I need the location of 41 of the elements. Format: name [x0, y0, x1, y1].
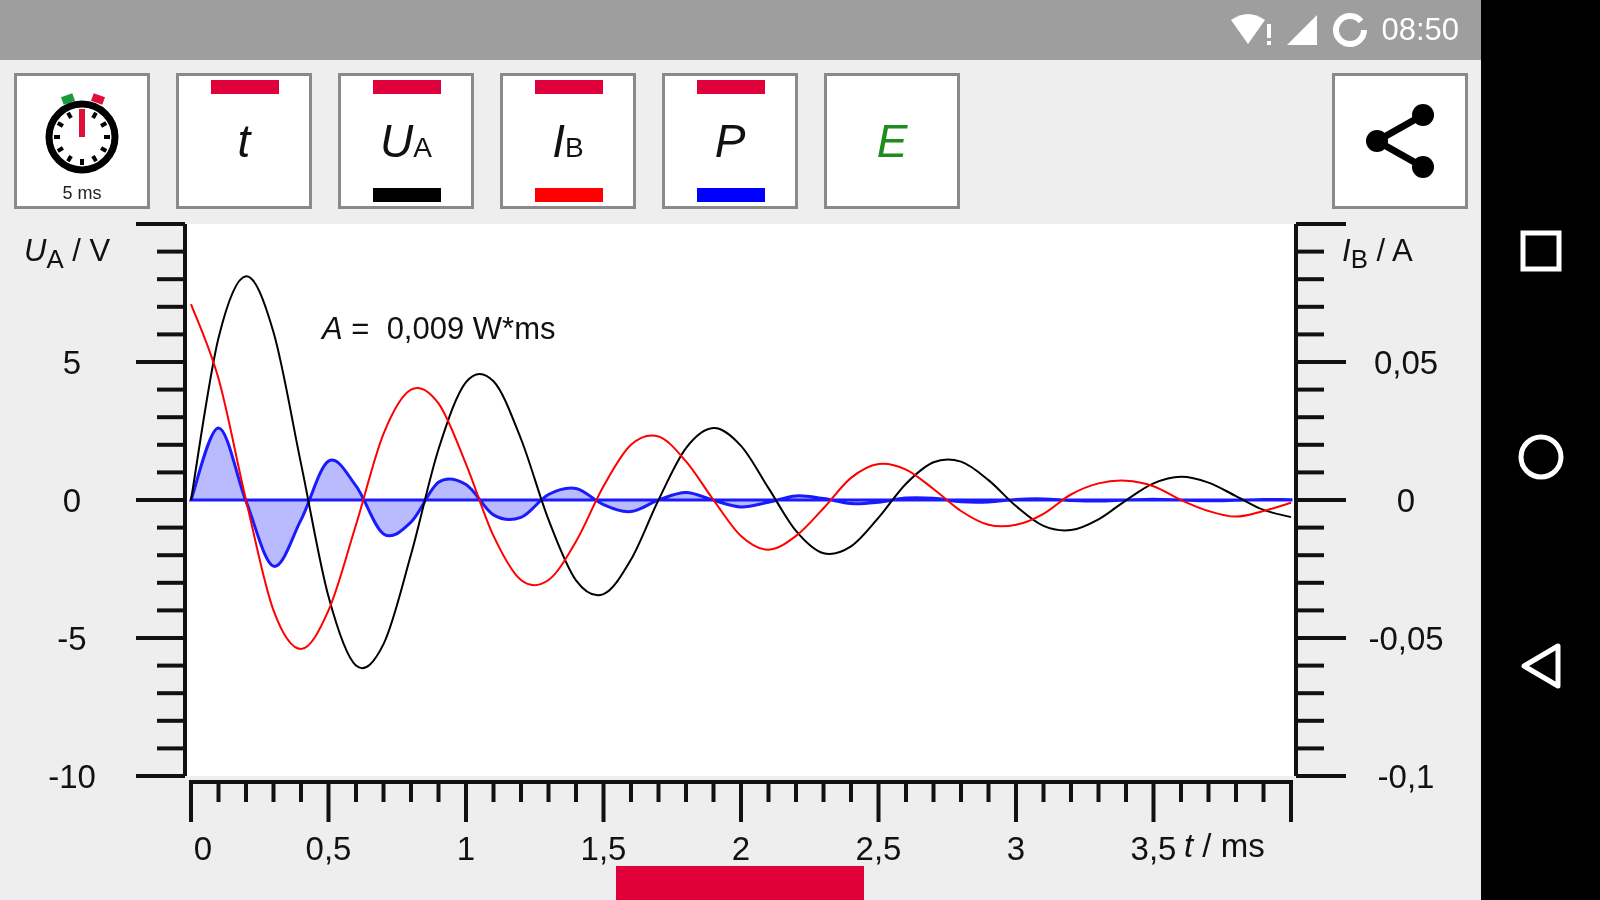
active-indicator	[211, 80, 279, 94]
axis-label: U$_{A}$ / V	[23, 233, 112, 275]
tick-label: 0	[1396, 482, 1416, 519]
tick-label: -10	[48, 758, 96, 795]
tick-label: 0	[62, 482, 82, 519]
quantity-button[interactable]: P	[662, 73, 798, 209]
tick-label: 0,5	[305, 830, 352, 867]
interval-label: 5 ms	[61, 183, 103, 204]
timer-button[interactable]: 5 ms	[14, 73, 150, 209]
home-icon[interactable]	[1516, 433, 1565, 481]
tick-label: -0,05	[1368, 620, 1444, 657]
quantity-button[interactable]: E	[824, 73, 960, 209]
tick-label: 1,5	[580, 830, 627, 867]
back-icon[interactable]	[1519, 641, 1562, 690]
quantity-button[interactable]: t	[176, 73, 312, 209]
share-button[interactable]	[1332, 73, 1468, 209]
tick-label: 1	[456, 830, 476, 867]
wifi-icon	[1229, 12, 1274, 48]
tick-label: 3	[1006, 830, 1026, 867]
tick-label: 3,5	[1130, 830, 1177, 867]
active-indicator	[697, 80, 765, 94]
clock: 08:50	[1381, 12, 1459, 48]
quantity-button[interactable]: UA	[338, 73, 474, 209]
share-icon	[1363, 101, 1437, 181]
recents-icon[interactable]	[1519, 230, 1562, 273]
axis-label: t / ms	[1183, 827, 1266, 865]
quantity-button[interactable]: IB	[500, 73, 636, 209]
tick-label: -0,1	[1377, 758, 1435, 795]
axis-label: I$_{B}$ / A	[1341, 233, 1414, 275]
tick-label: 0,05	[1373, 344, 1439, 381]
sync-icon	[1331, 11, 1370, 49]
tick-label: 2	[731, 830, 751, 867]
signal-icon	[1285, 13, 1320, 47]
active-indicator	[373, 80, 441, 94]
tick-label: 2,5	[855, 830, 902, 867]
active-indicator	[535, 80, 603, 94]
drawer-handle[interactable]	[616, 866, 864, 900]
tick-label: 5	[62, 344, 82, 381]
energy-annotation: A = 0,009 W*ms	[319, 311, 557, 347]
tick-label: -5	[57, 620, 87, 657]
tick-label: 0	[193, 830, 213, 867]
